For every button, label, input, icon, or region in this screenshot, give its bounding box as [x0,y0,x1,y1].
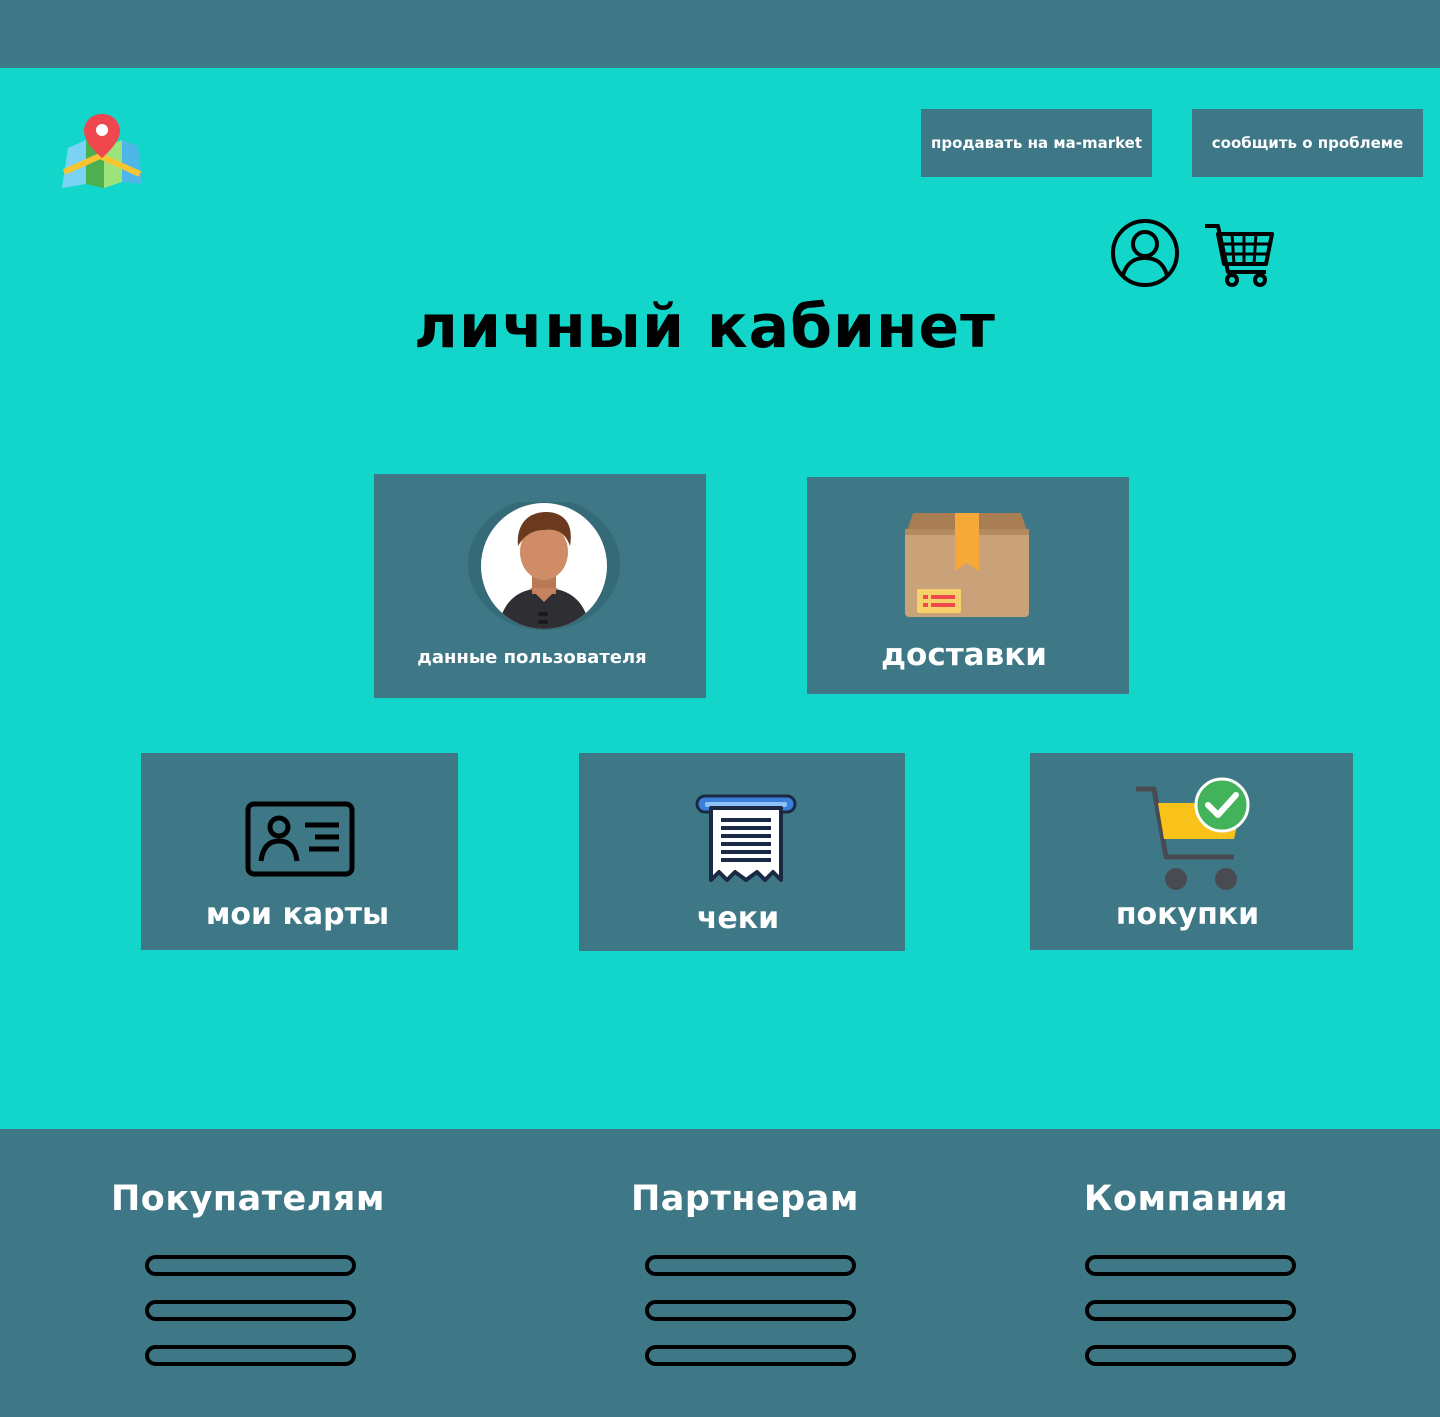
receipts-label: чеки [696,901,780,936]
user-data-label: данные пользователя [417,647,647,668]
user-circle-icon[interactable] [1108,216,1182,290]
shopping-cart-icon[interactable] [1202,220,1276,290]
footer-link-placeholder[interactable] [145,1300,356,1321]
deliveries-label: доставки [881,637,1047,673]
footer-heading-company: Компания [1083,1179,1289,1219]
footer-link-placeholder[interactable] [145,1345,356,1366]
my-cards-tile[interactable]: мои карты [141,753,458,950]
cart-check-icon [1134,775,1250,891]
footer-link-placeholder[interactable] [1085,1345,1296,1366]
receipts-tile[interactable]: чеки [579,753,905,951]
purchases-label: покупки [1115,897,1260,932]
my-cards-label: мои карты [205,897,390,932]
report-problem-button[interactable]: сообщить о проблеме [1192,109,1423,177]
id-card-icon [245,801,355,877]
map-logo-icon[interactable] [60,112,144,190]
footer-link-placeholder[interactable] [1085,1300,1296,1321]
footer-link-placeholder[interactable] [645,1255,856,1276]
receipt-icon [695,794,797,884]
page-title: личный кабинет [414,292,996,362]
footer-link-placeholder[interactable] [145,1255,356,1276]
purchases-tile[interactable]: покупки [1030,753,1353,950]
avatar-icon [468,498,620,634]
footer-heading-partners: Партнерам [631,1179,859,1219]
footer-link-placeholder[interactable] [645,1345,856,1366]
sell-on-marketplace-button[interactable]: продавать на ма-market [921,109,1152,177]
user-data-tile[interactable]: данные пользователя [374,474,706,698]
package-box-icon [905,513,1029,619]
footer-link-placeholder[interactable] [645,1300,856,1321]
footer-link-placeholder[interactable] [1085,1255,1296,1276]
footer: Покупателям Партнерам Компания [0,1129,1440,1417]
deliveries-tile[interactable]: доставки [807,477,1129,694]
footer-heading-buyers: Покупателям [111,1179,385,1219]
top-bar [0,0,1440,68]
